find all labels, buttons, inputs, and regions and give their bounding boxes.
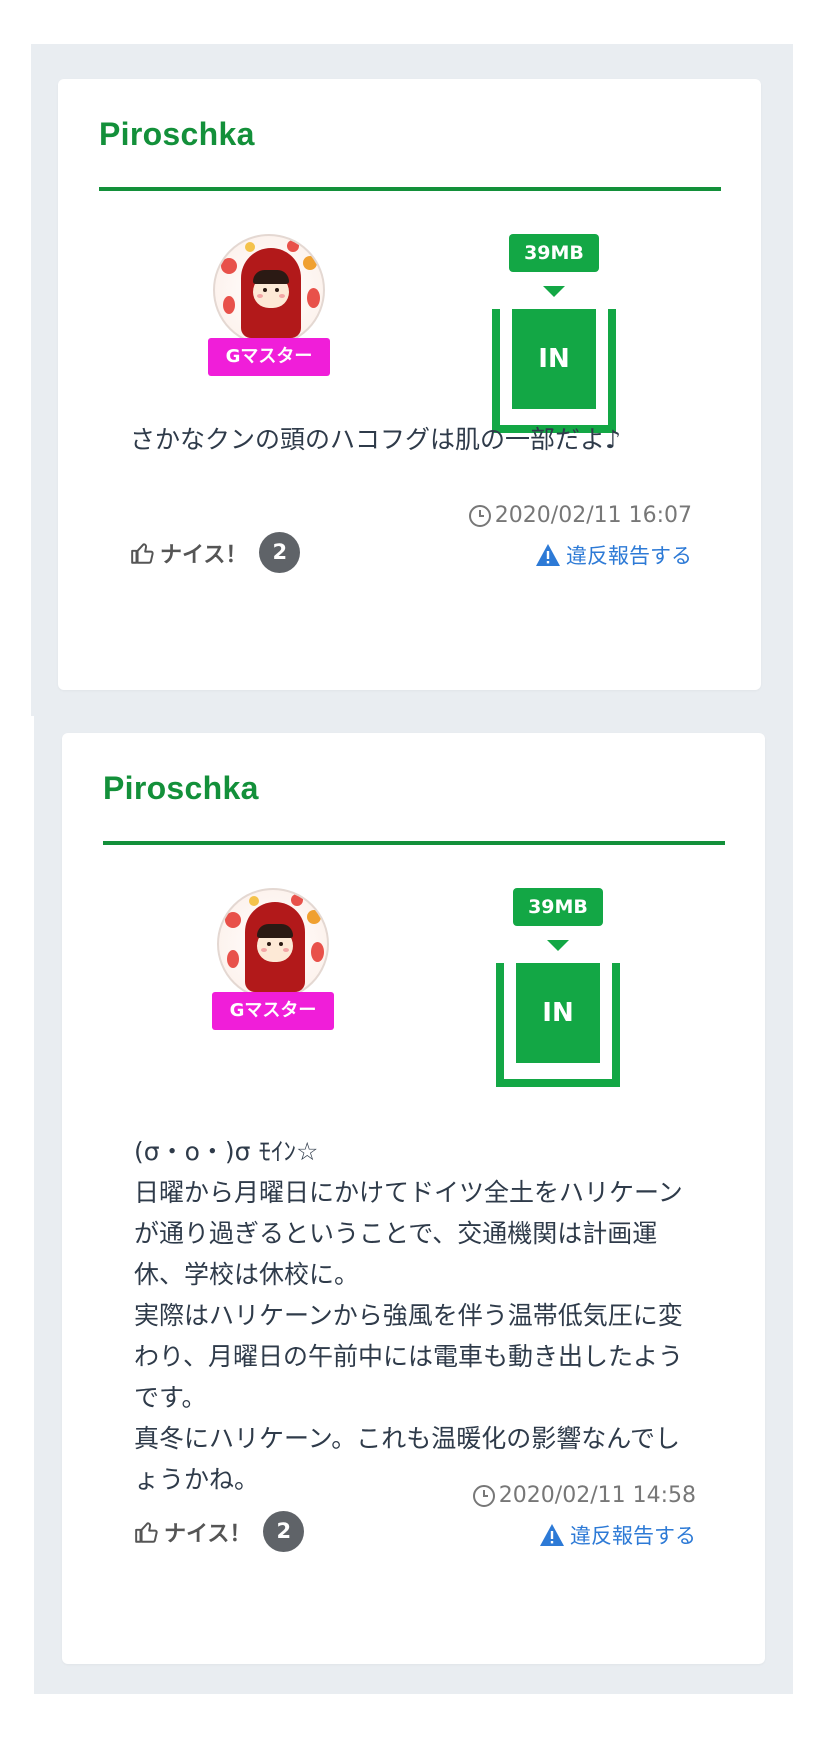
gift-in-indicator: 39MB IN (496, 888, 620, 1087)
timestamp-text: 2020/02/11 16:07 (494, 503, 692, 528)
post-timestamp: 2020/02/11 16:07 (468, 503, 692, 528)
nice-label: ナイス！ (160, 542, 248, 568)
gift-size-badge: 39MB (509, 234, 599, 272)
report-link[interactable]: 違反報告する (472, 1520, 696, 1550)
nice-button[interactable]: ナイス！ 2 (130, 532, 301, 573)
rank-badge: Gマスター (208, 338, 330, 376)
header-divider (99, 187, 721, 191)
report-label[interactable]: 違反報告する (566, 540, 692, 570)
comment-card: Piroschka Gマスター 39MB IN さかなクンの頭のハコフグは肌の一… (58, 79, 761, 690)
comment-text: さかなクンの頭のハコフグは肌の一部だよ♪ (130, 425, 621, 454)
gift-box-icon: IN (496, 963, 620, 1087)
thumbs-up-icon (135, 1521, 158, 1543)
warning-icon (540, 1524, 564, 1546)
user-avatar-block[interactable]: Gマスター (208, 234, 330, 376)
gift-box-icon: IN (492, 309, 616, 433)
thumbs-up-icon (131, 542, 154, 564)
gift-in-label: IN (512, 309, 596, 409)
nice-button[interactable]: ナイス！ 2 (134, 1511, 305, 1552)
down-arrow-icon (547, 940, 569, 951)
clock-icon (468, 504, 491, 527)
nice-count-badge: 2 (263, 1511, 305, 1552)
rank-badge: Gマスター (212, 992, 334, 1030)
comment-text: (σ・ο・)σ ﾓｲﾝ☆ 日曜から月曜日にかけてドイツ全土をハリケーンが通り過ぎ… (134, 1137, 684, 1494)
clock-icon (472, 1484, 495, 1507)
username-link[interactable]: Piroschka (99, 116, 255, 153)
nice-count-badge: 2 (259, 532, 301, 573)
nice-label: ナイス！ (164, 1521, 252, 1547)
warning-icon (536, 544, 560, 566)
comment-card: Piroschka Gマスター 39MB IN (σ・ο・)σ ﾓｲﾝ☆ 日曜か… (62, 733, 765, 1664)
username-link[interactable]: Piroschka (103, 770, 259, 807)
avatar[interactable] (213, 234, 325, 346)
gift-size-badge: 39MB (513, 888, 603, 926)
user-avatar-block[interactable]: Gマスター (212, 888, 334, 1030)
timestamp-text: 2020/02/11 14:58 (498, 1483, 696, 1508)
header-divider (103, 841, 725, 845)
post-meta: 2020/02/11 14:58 違反報告する (472, 1483, 696, 1550)
avatar[interactable] (217, 888, 329, 1000)
report-link[interactable]: 違反報告する (468, 540, 692, 570)
post-timestamp: 2020/02/11 14:58 (472, 1483, 696, 1508)
gift-in-indicator: 39MB IN (492, 234, 616, 433)
down-arrow-icon (543, 286, 565, 297)
report-label[interactable]: 違反報告する (570, 1520, 696, 1550)
gift-in-label: IN (516, 963, 600, 1063)
post-meta: 2020/02/11 16:07 違反報告する (468, 503, 692, 570)
